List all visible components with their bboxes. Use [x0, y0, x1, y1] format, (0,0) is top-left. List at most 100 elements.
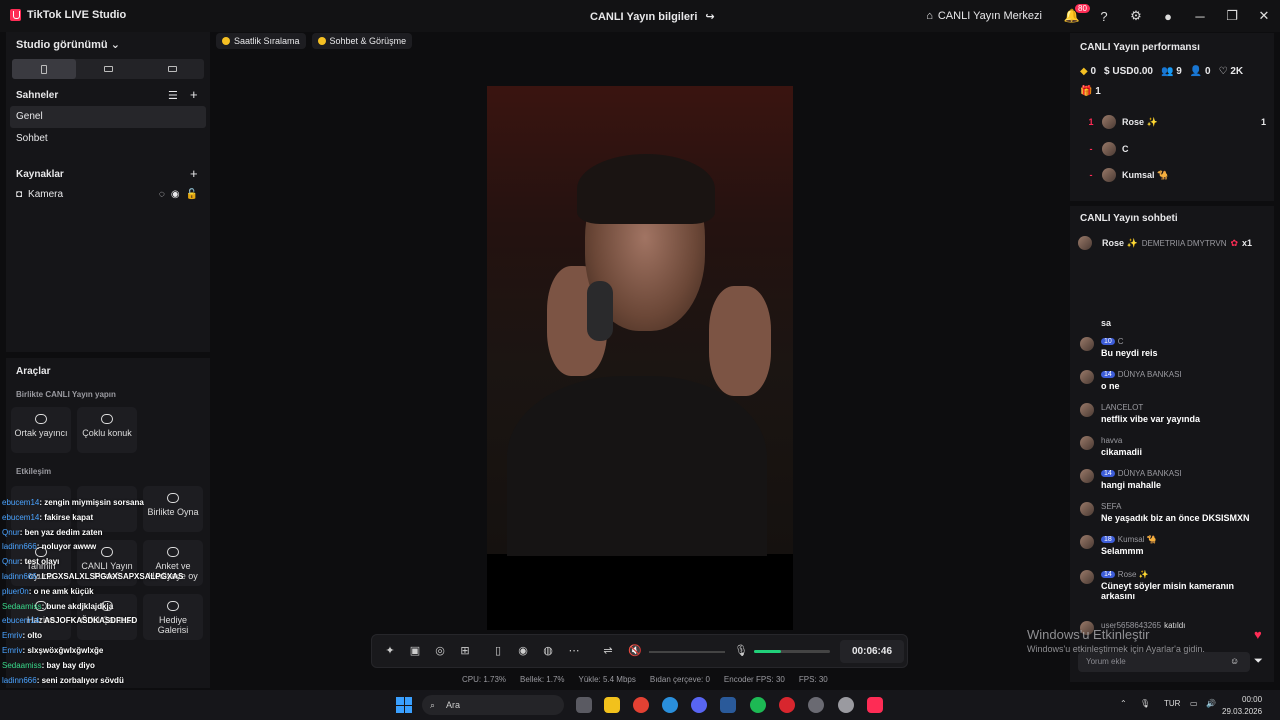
scene-list-icon[interactable]: ☰: [168, 89, 178, 102]
partial-message: sa: [1101, 318, 1112, 328]
tray-chevron-icon[interactable]: ⌃: [1120, 699, 1127, 708]
profile-avatar[interactable]: ●: [1152, 9, 1184, 24]
steam-icon[interactable]: [720, 697, 736, 713]
chrome-icon[interactable]: [633, 697, 649, 713]
co-host-button[interactable]: Ortak yayıncı: [11, 407, 71, 453]
diamond-icon: ◆: [1080, 66, 1088, 77]
overlay-chat-line: ebucem14: fakirse kapat: [2, 511, 212, 526]
volume-icon[interactable]: 🔊: [1206, 699, 1216, 708]
dual-layout-button[interactable]: [140, 59, 204, 79]
add-scene-icon[interactable]: +: [190, 87, 198, 102]
live-info-button[interactable]: CANLI Yayın bilgileri ↪: [590, 10, 715, 24]
refresh-icon[interactable]: ◌: [159, 189, 165, 200]
studio-view-dropdown[interactable]: Studio görünümü ⌄: [16, 38, 120, 51]
overlay-chat-line: Sedaamiss: bay bay diyo: [2, 659, 212, 674]
scene-item-sohbet[interactable]: Sohbet: [10, 128, 206, 150]
language-indicator[interactable]: TUR: [1164, 699, 1180, 708]
opera-icon[interactable]: [779, 697, 795, 713]
avatar: [1102, 115, 1116, 129]
tiktok-live-studio-icon[interactable]: [867, 697, 883, 713]
sources-title: Kaynaklar: [16, 169, 64, 180]
layout-icon[interactable]: ▣: [409, 645, 421, 657]
edge-icon[interactable]: [662, 697, 678, 713]
chat-message[interactable]: 18 Kumsal 🐪 Selammm: [1080, 535, 1266, 556]
coin-icon: [317, 37, 326, 45]
spotify-icon[interactable]: [750, 697, 766, 713]
mic-tray-icon[interactable]: 🎙: [1140, 699, 1150, 708]
mixer-icon[interactable]: ⇌: [602, 645, 614, 657]
chat-message[interactable]: SEFA Ne yaşadık biz an önce DKSISMXN: [1080, 502, 1266, 523]
magic-wand-icon[interactable]: ✦: [384, 645, 396, 657]
microphone-icon[interactable]: 🎙: [734, 645, 748, 657]
live-timer: 00:06:46: [840, 640, 904, 663]
eye-icon[interactable]: ◉: [171, 189, 180, 200]
speaker-muted-icon[interactable]: 🔇: [628, 645, 642, 657]
chat-message[interactable]: 14 Rose ✨ Cüneyt söyler misin kameranın ar…: [1080, 570, 1266, 601]
help-icon[interactable]: ?: [1088, 9, 1120, 24]
likes-stat: ♡ 2K: [1218, 66, 1244, 77]
app-icon[interactable]: [808, 697, 824, 713]
chat-message[interactable]: 14 DÜNYA BANKASI o ne: [1080, 370, 1266, 391]
ranking-row[interactable]: - C: [1080, 142, 1266, 156]
overlay-chat-line: Emriv: slxşwöxğwlxğwlxğe: [2, 644, 212, 659]
avatar: [1080, 570, 1094, 584]
add-scene-icon[interactable]: ⊞: [459, 645, 471, 657]
landscape-layout-button[interactable]: [76, 59, 140, 79]
live-center-button[interactable]: ⌂ CANLI Yayın Merkezi: [926, 10, 1042, 22]
chat-title: CANLI Yayın sohbeti: [1080, 213, 1178, 224]
overlay-chat-user: Emriv: [2, 645, 23, 655]
windows-start-icon[interactable]: [396, 697, 412, 713]
overlay-chat-line: Qnur: test olayı: [2, 555, 212, 570]
effects-icon[interactable]: ◎: [434, 645, 446, 657]
scenes-title: Sahneler: [16, 90, 59, 101]
file-explorer-icon[interactable]: [604, 697, 620, 713]
portrait-layout-button[interactable]: [12, 59, 76, 79]
minimize-icon[interactable]: ─: [1184, 9, 1216, 24]
maximize-icon[interactable]: ❐: [1216, 8, 1248, 24]
chat-message[interactable]: havva cikamadii: [1080, 436, 1266, 457]
settings-icon[interactable]: [838, 697, 854, 713]
overlay-chat-text: : ben yaz dedim zaten: [19, 527, 103, 537]
chat-user-line: LANCELOT: [1101, 403, 1266, 412]
heart-icon: ♥: [1254, 627, 1262, 642]
filter-icon[interactable]: ⏷: [1254, 655, 1263, 668]
task-view-icon[interactable]: [576, 697, 592, 713]
link-icon: [35, 414, 47, 424]
chat-username: DÜNYA BANKASI: [1117, 469, 1182, 478]
level-badge: 14: [1101, 371, 1115, 378]
chat-user-line: 14 DÜNYA BANKASI: [1101, 469, 1266, 478]
scene-item-genel[interactable]: Genel: [10, 106, 206, 128]
ranking-row[interactable]: 1 Rose ✨ 1: [1080, 115, 1266, 129]
hourly-ranking-tag[interactable]: Saatlik Sıralama: [216, 33, 306, 49]
level-badge: 14: [1101, 571, 1115, 578]
add-source-icon[interactable]: +: [190, 166, 198, 181]
overlay-chat-text: : seni zorbalıyor sövdü: [36, 675, 124, 685]
comment-input[interactable]: Yorum ekle: [1078, 652, 1250, 672]
mic-volume-slider[interactable]: [754, 650, 830, 653]
chat-message[interactable]: 14 DÜNYA BANKASI hangi mahalle: [1080, 469, 1266, 490]
discord-icon[interactable]: [691, 697, 707, 713]
taskbar-clock[interactable]: 00:00 29.03.2026: [1222, 694, 1262, 718]
taskbar-search[interactable]: ⌕ Ara: [422, 695, 564, 715]
network-icon[interactable]: ▭: [1190, 699, 1198, 708]
chat-message[interactable]: LANCELOT netflix vibe var yayında: [1080, 403, 1266, 424]
chat-meeting-tag[interactable]: Sohbet & Görüşme: [311, 33, 413, 49]
ranking-row[interactable]: - Kumsal 🐪: [1080, 168, 1266, 182]
dual-layout-icon: [167, 66, 177, 72]
lock-icon[interactable]: 🔓: [186, 189, 198, 200]
emoji-icon[interactable]: ☺: [1230, 656, 1239, 666]
overlay-chat-user: Sedaamiss: [2, 660, 42, 670]
more-icon[interactable]: ⋯: [568, 645, 580, 657]
phone-icon[interactable]: ▯: [492, 645, 504, 657]
overlay-chat-text: : zengin miymişsin sorsana: [39, 498, 144, 507]
settings-gear-icon[interactable]: ⚙: [1120, 8, 1152, 24]
notification-badge: 80: [1075, 4, 1090, 13]
camera-effect-icon[interactable]: ◍: [542, 645, 554, 657]
multi-guest-button[interactable]: Çoklu konuk: [77, 407, 137, 453]
chat-message[interactable]: 10 C Bu neydi reis: [1080, 337, 1266, 358]
usd-stat: $ USD0.00: [1104, 66, 1153, 77]
close-icon[interactable]: ✕: [1248, 8, 1280, 24]
speaker-volume-slider[interactable]: [649, 651, 725, 653]
source-item-camera[interactable]: ◘ Kamera ◌ ◉ 🔓: [16, 189, 198, 200]
record-icon[interactable]: ◉: [517, 645, 529, 657]
